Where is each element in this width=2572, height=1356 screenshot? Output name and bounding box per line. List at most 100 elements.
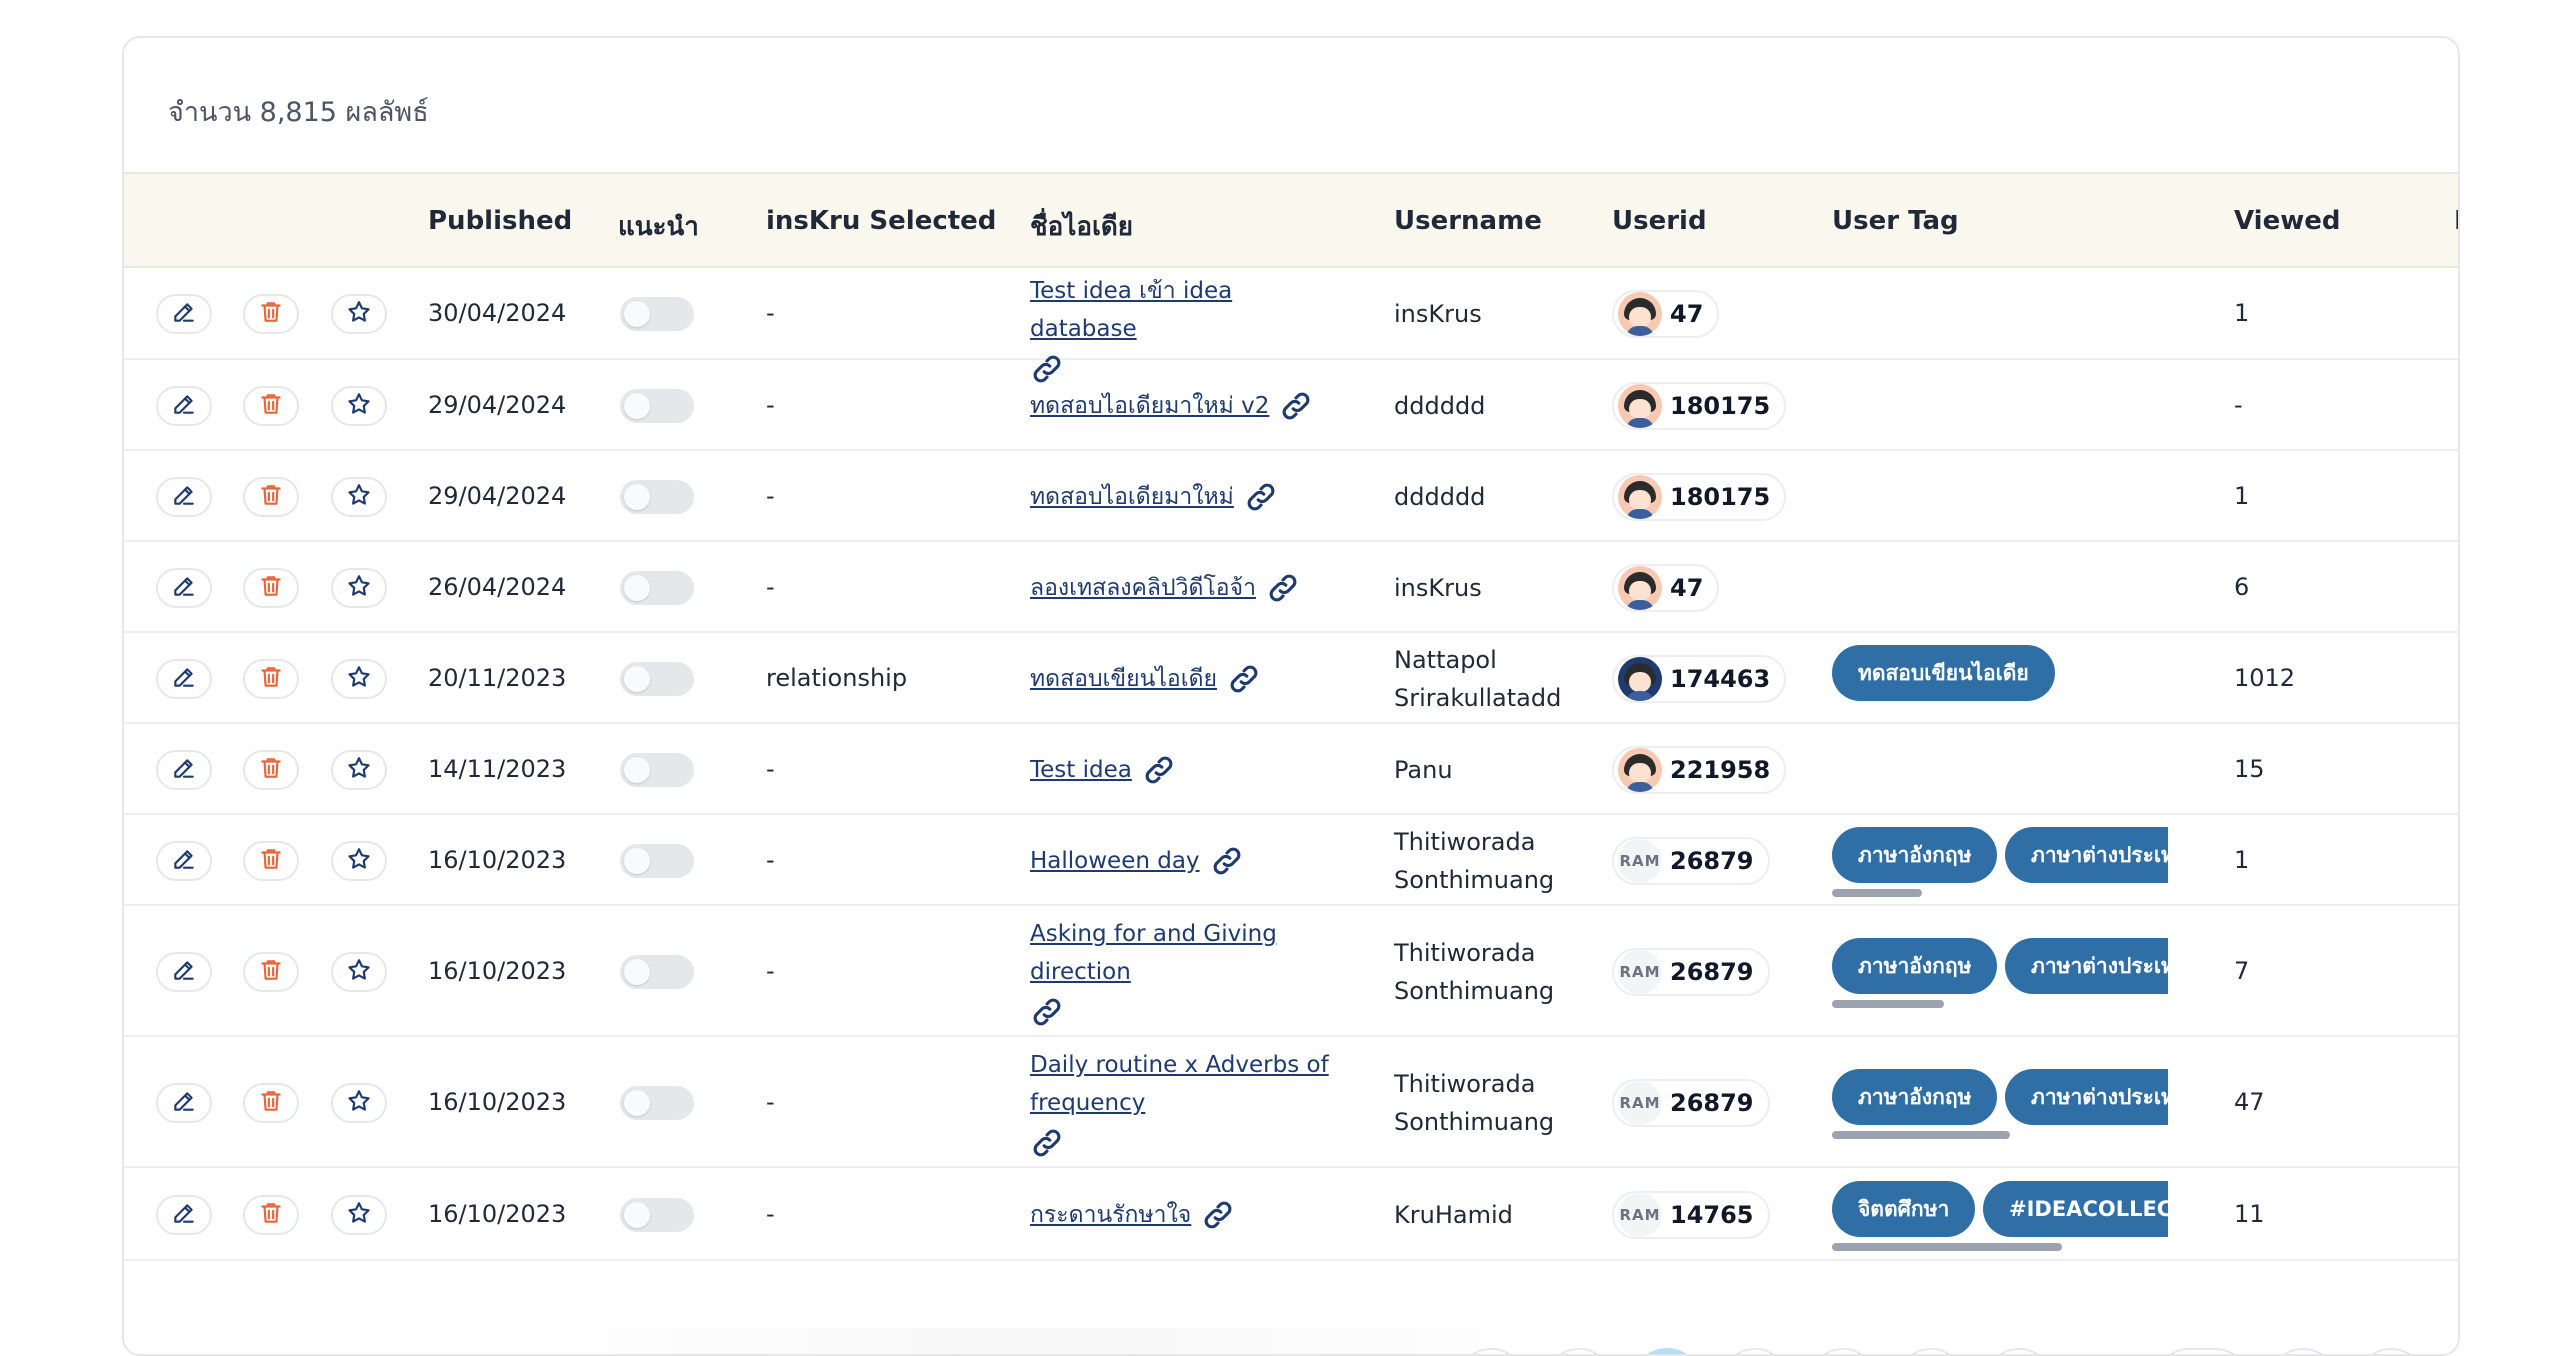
feature-button[interactable]	[331, 658, 387, 699]
page-button-4[interactable]: 4	[1896, 1348, 1966, 1354]
tag-scrollbar[interactable]	[1832, 888, 1922, 897]
col-published[interactable]: Published	[428, 206, 572, 236]
idea-title[interactable]: ลองเทสลงคลิปวิดีโอจ้า	[1030, 575, 1256, 601]
idea-link[interactable]: กระดานรักษาใจ	[1030, 1196, 1430, 1234]
idea-title[interactable]: ทดสอบเขียนไอเดีย	[1030, 666, 1217, 692]
idea-title[interactable]: กระดานรักษาใจ	[1030, 1202, 1191, 1228]
link-icon[interactable]	[1210, 844, 1244, 878]
user-tag[interactable]: ภาษาอังกฤษ	[1832, 1068, 1998, 1125]
recommend-toggle[interactable]	[620, 388, 694, 423]
user-tag[interactable]: ภาษาต่างประเทศ	[2005, 937, 2168, 994]
link-icon[interactable]	[1266, 571, 1300, 605]
feature-button[interactable]	[331, 951, 387, 992]
feature-button[interactable]	[331, 567, 387, 608]
idea-link[interactable]: Halloween day	[1030, 842, 1430, 880]
edit-button[interactable]	[156, 1082, 212, 1123]
idea-title[interactable]: Halloween day	[1030, 848, 1200, 874]
userid-chip[interactable]: 180175	[1612, 472, 1787, 521]
recommend-toggle[interactable]	[620, 1197, 694, 1232]
idea-link[interactable]: ลองเทสลงคลิปวิดีโอจ้า	[1030, 569, 1430, 607]
link-icon[interactable]	[1201, 1198, 1235, 1232]
col-userid[interactable]: Userid	[1612, 206, 1707, 236]
page-button-882[interactable]: 882	[2154, 1348, 2250, 1354]
edit-button[interactable]	[156, 385, 212, 426]
delete-button[interactable]	[243, 951, 299, 992]
link-icon[interactable]	[1030, 995, 1064, 1029]
edit-button[interactable]	[156, 1194, 212, 1235]
col-user-tag[interactable]: User Tag	[1832, 206, 1959, 236]
idea-link[interactable]: Test idea	[1030, 751, 1430, 789]
user-tag[interactable]: จิตตศึกษา	[1832, 1180, 1976, 1237]
idea-link[interactable]: Asking for and Giving direction	[1030, 915, 1330, 1029]
delete-button[interactable]	[243, 1194, 299, 1235]
userid-chip[interactable]: 221958	[1612, 745, 1787, 794]
userid-chip[interactable]: RAM 26879	[1612, 836, 1770, 885]
last-page-button[interactable]: »	[2356, 1348, 2426, 1354]
recommend-toggle[interactable]	[620, 297, 694, 331]
userid-chip[interactable]: RAM 26879	[1612, 1078, 1770, 1127]
idea-title[interactable]: ทดสอบไอเดียมาใหม่	[1030, 484, 1234, 510]
feature-button[interactable]	[331, 1194, 387, 1235]
userid-chip[interactable]: RAM 14765	[1612, 1190, 1770, 1239]
userid-chip[interactable]: RAM 26879	[1612, 947, 1770, 996]
idea-title[interactable]: Test idea	[1030, 757, 1132, 783]
idea-title[interactable]: Asking for and Giving direction	[1030, 921, 1277, 985]
edit-button[interactable]	[156, 476, 212, 517]
idea-title[interactable]: Test idea เข้า idea database	[1030, 278, 1232, 342]
edit-button[interactable]	[156, 567, 212, 608]
prev-page-button[interactable]: ‹	[1544, 1348, 1614, 1354]
col-username[interactable]: Username	[1394, 206, 1542, 236]
recommend-toggle[interactable]	[620, 570, 694, 605]
link-icon[interactable]	[1142, 753, 1176, 787]
col-idea-name[interactable]: ชื่อไอเดีย	[1030, 206, 1133, 247]
idea-link[interactable]: Daily routine x Adverbs of frequency	[1030, 1046, 1350, 1160]
idea-title[interactable]: Daily routine x Adverbs of frequency	[1030, 1052, 1329, 1116]
user-tag[interactable]: #IDEACOLLECTION	[1983, 1180, 2168, 1237]
edit-button[interactable]	[156, 658, 212, 699]
page-button-3[interactable]: 3	[1808, 1348, 1878, 1354]
delete-button[interactable]	[243, 294, 299, 334]
feature-button[interactable]	[331, 385, 387, 426]
first-page-button[interactable]: «	[1456, 1348, 1526, 1354]
col-recommend[interactable]: แนะนำ	[618, 206, 699, 247]
recommend-toggle[interactable]	[620, 1085, 694, 1120]
delete-button[interactable]	[243, 840, 299, 881]
recommend-toggle[interactable]	[620, 843, 694, 878]
col-viewed[interactable]: Viewed	[2234, 206, 2340, 236]
idea-link[interactable]: ทดสอบไอเดียมาใหม่ v2	[1030, 387, 1430, 425]
delete-button[interactable]	[243, 385, 299, 426]
next-page-button[interactable]: ›	[2268, 1348, 2338, 1354]
feature-button[interactable]	[331, 294, 387, 334]
userid-chip[interactable]: 180175	[1612, 381, 1787, 430]
link-icon[interactable]	[1244, 480, 1278, 514]
user-tag[interactable]: ภาษาต่างประเทศ	[2005, 1068, 2168, 1125]
userid-chip[interactable]: 47	[1612, 563, 1720, 612]
col-inskru-selected[interactable]: insKru Selected	[766, 206, 996, 236]
page-button-2[interactable]: 2	[1720, 1348, 1790, 1354]
user-tag[interactable]: ภาษาต่างประเทศ	[2005, 826, 2168, 883]
link-icon[interactable]	[1030, 1126, 1064, 1160]
tag-scrollbar[interactable]	[1832, 1242, 2062, 1251]
userid-chip[interactable]: 47	[1612, 290, 1720, 338]
idea-link[interactable]: ทดสอบเขียนไอเดีย	[1030, 660, 1430, 698]
user-tag[interactable]: ภาษาอังกฤษ	[1832, 826, 1998, 883]
tag-scrollbar[interactable]	[1832, 1130, 2010, 1139]
idea-title[interactable]: ทดสอบไอเดียมาใหม่ v2	[1030, 393, 1269, 419]
col-extra[interactable]: I	[2454, 206, 2458, 236]
delete-button[interactable]	[243, 476, 299, 517]
feature-button[interactable]	[331, 749, 387, 790]
recommend-toggle[interactable]	[620, 954, 694, 989]
delete-button[interactable]	[243, 1082, 299, 1123]
feature-button[interactable]	[331, 1082, 387, 1123]
link-icon[interactable]	[1279, 389, 1313, 423]
page-button-5[interactable]: 5	[1984, 1348, 2054, 1354]
page-button-1[interactable]: 1	[1632, 1348, 1702, 1354]
tag-scrollbar[interactable]	[1832, 999, 1944, 1008]
edit-button[interactable]	[156, 840, 212, 881]
edit-button[interactable]	[156, 749, 212, 790]
user-tag[interactable]: ทดสอบเขียนไอเดีย	[1832, 644, 2055, 701]
edit-button[interactable]	[156, 951, 212, 992]
edit-button[interactable]	[156, 294, 212, 334]
feature-button[interactable]	[331, 840, 387, 881]
feature-button[interactable]	[331, 476, 387, 517]
